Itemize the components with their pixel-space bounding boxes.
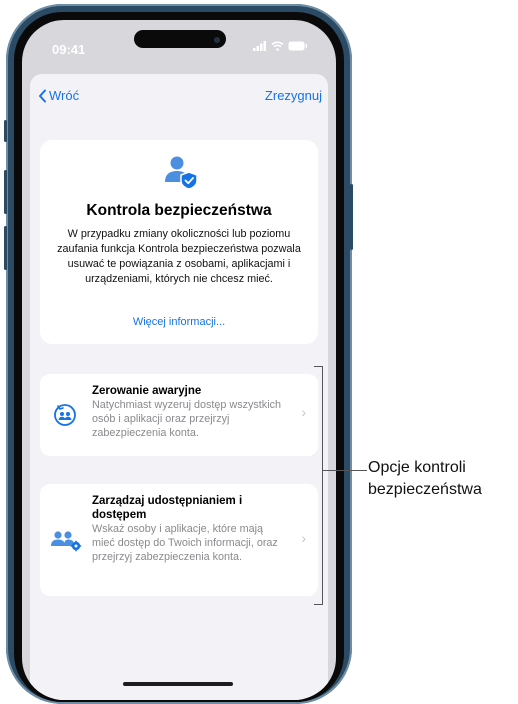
home-indicator	[123, 682, 233, 686]
manage-sharing-access-option[interactable]: Zarządzaj udostępnianiem i dostępem Wska…	[40, 484, 318, 596]
volume-up-button	[4, 170, 7, 214]
manage-sharing-people-gear-icon	[51, 531, 82, 552]
back-label: Wróć	[49, 88, 80, 103]
emergency-reset-description: Natychmiast wyzeruj dostęp wszystkich os…	[92, 399, 282, 439]
wifi-icon	[271, 41, 284, 51]
camera-icon	[214, 37, 220, 43]
emergency-reset-option[interactable]: Zerowanie awaryjne Natychmiast wyzeruj d…	[40, 374, 318, 456]
safety-check-person-shield-icon	[165, 156, 198, 190]
cancel-button[interactable]: Zrezygnuj	[265, 88, 322, 103]
phone-screen: 09:41 Wróć Zrezygnuj Kontrola bezpieczeń…	[22, 20, 336, 700]
mute-switch	[4, 120, 7, 142]
callout-bracket	[314, 366, 323, 605]
back-button[interactable]: Wróć	[38, 88, 79, 103]
chevron-right-icon: ›	[301, 530, 306, 546]
chevron-left-icon	[39, 89, 46, 102]
more-info-link[interactable]: Więcej informacji...	[40, 316, 318, 328]
status-icons	[253, 41, 308, 51]
status-time: 09:41	[52, 42, 86, 57]
safety-check-sheet: Wróć Zrezygnuj Kontrola bezpieczeństwa W…	[30, 74, 328, 700]
manage-sharing-access-description: Wskaż osoby i aplikacje, które mają mieć…	[92, 523, 278, 563]
battery-icon	[288, 41, 307, 51]
power-button	[350, 184, 353, 250]
callout-line	[322, 470, 367, 471]
emergency-reset-title: Zerowanie awaryjne	[92, 385, 202, 397]
callout-label: Opcje kontroli bezpieczeństwa	[368, 459, 482, 498]
chevron-right-icon: ›	[301, 404, 306, 420]
manage-sharing-access-title: Zarządzaj udostępnianiem i dostępem	[92, 495, 243, 521]
volume-down-button	[4, 226, 7, 270]
page-description: W przypadku zmiany okoliczności lub pozi…	[57, 228, 301, 285]
cellular-signal-icon	[253, 41, 266, 51]
header-card: Kontrola bezpieczeństwa W przypadku zmia…	[40, 140, 318, 344]
emergency-reset-icon	[54, 404, 76, 426]
page-title: Kontrola bezpieczeństwa	[86, 202, 272, 219]
dynamic-island	[134, 30, 226, 48]
